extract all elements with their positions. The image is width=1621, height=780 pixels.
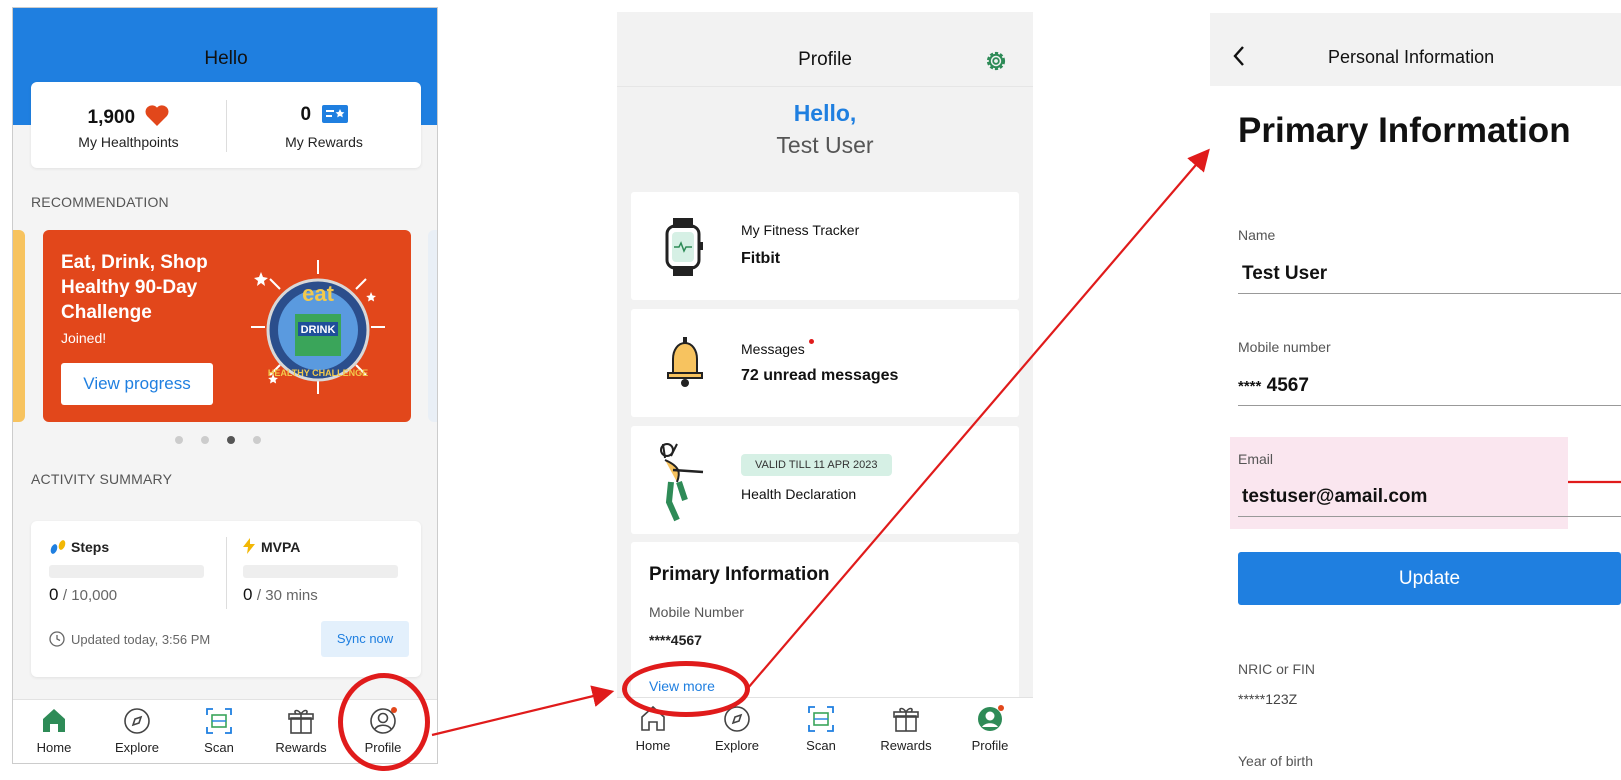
arrow-profile-to-view-more (431, 685, 615, 737)
annotation-arrows (431, 148, 1621, 737)
arrow-view-more-to-personal-info (747, 148, 1210, 689)
